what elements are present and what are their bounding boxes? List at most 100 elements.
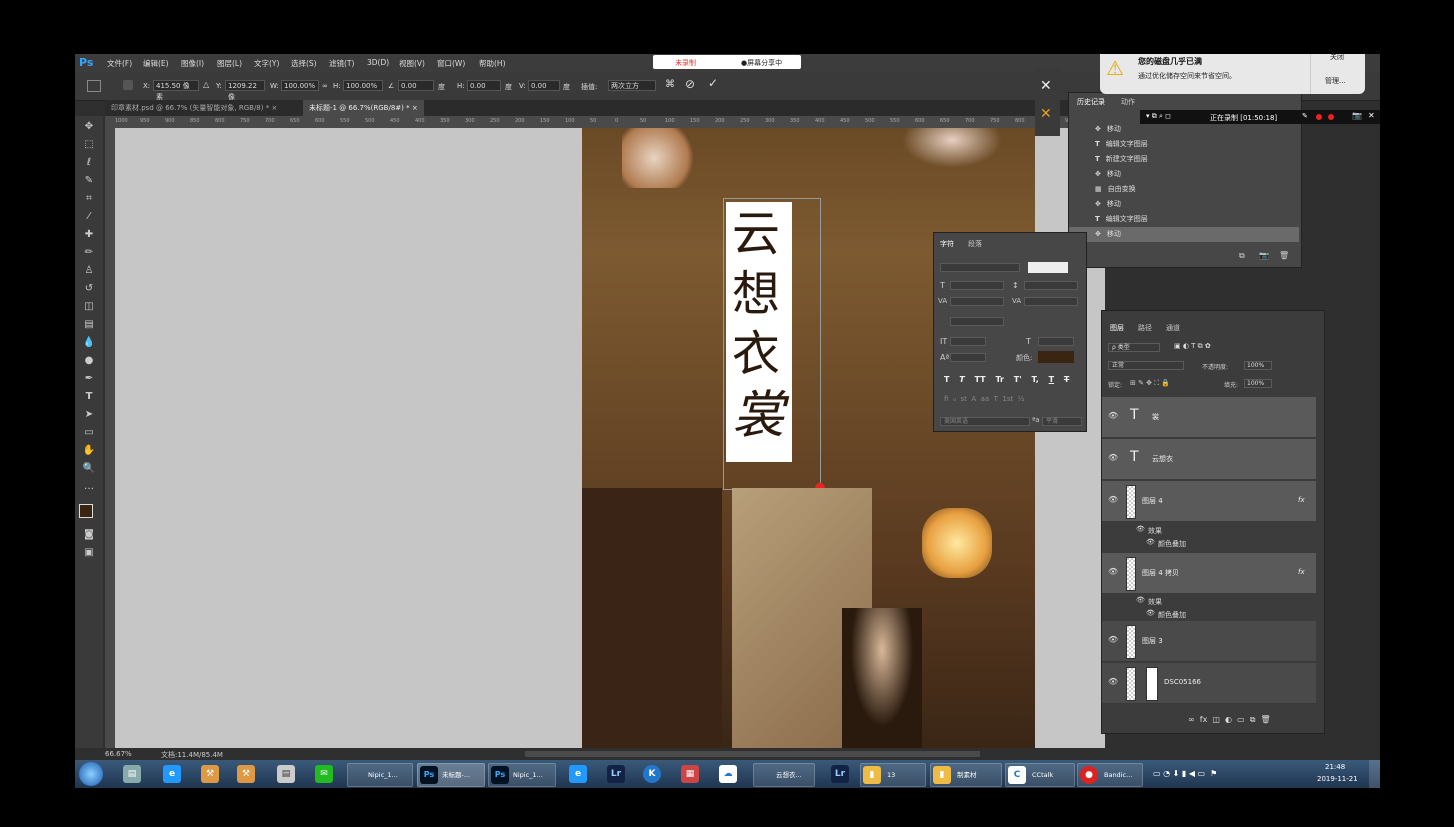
notepad-icon[interactable]: ▤ xyxy=(277,765,295,783)
tab-layers[interactable]: 图层 xyxy=(1110,323,1124,333)
history-row[interactable]: T 编辑文字图层 xyxy=(1069,137,1299,152)
link-icon[interactable]: ∞ xyxy=(322,82,328,90)
lightroom-icon[interactable]: Lr xyxy=(607,765,625,783)
layer-row[interactable]: 👁 DSC05166 xyxy=(1102,663,1316,704)
quick-mask-icon[interactable]: ◙ xyxy=(82,528,96,541)
notification-manage-button[interactable]: 管理... xyxy=(1325,76,1346,86)
eye-icon[interactable]: 👁 xyxy=(1108,495,1118,504)
layer-mask-thumbnail[interactable] xyxy=(1146,667,1158,701)
layer-filter-select[interactable]: ρ 类型 xyxy=(1108,343,1160,352)
history-row[interactable]: T 编辑文字图层 xyxy=(1069,212,1299,227)
tab-untitled-doc[interactable]: 未标题-1 @ 66.7%(RGB/8#) * × xyxy=(303,100,424,116)
effect-eye-icon[interactable]: 👁 xyxy=(1146,538,1155,546)
superscript-button[interactable]: T' xyxy=(1014,375,1022,384)
snapshot-icon[interactable]: 📷 xyxy=(1259,251,1269,260)
taskbar-item[interactable]: 云想衣... xyxy=(753,763,815,787)
tool2-icon[interactable]: ⚒ xyxy=(237,765,255,783)
reference-point-icon[interactable] xyxy=(123,80,133,90)
fx-badge[interactable]: fx xyxy=(1298,496,1305,504)
gradient-tool-icon[interactable]: ▤ xyxy=(82,318,96,331)
taskbar-item[interactable]: Nipic_1... xyxy=(347,763,413,787)
tab-history[interactable]: 历史记录 xyxy=(1077,97,1105,107)
browser-icon[interactable]: e xyxy=(569,765,587,783)
cloud-icon[interactable]: ☁ xyxy=(719,765,737,783)
menu-layer[interactable]: 图层(L) xyxy=(217,58,242,69)
eraser-tool-icon[interactable]: ◫ xyxy=(82,300,96,313)
shape-tool-icon[interactable]: ▭ xyxy=(82,426,96,439)
blur-tool-icon[interactable]: 💧 xyxy=(82,336,96,349)
eye-icon[interactable]: 👁 xyxy=(1108,453,1118,462)
layer-row[interactable]: 👁 T 裳 xyxy=(1102,397,1316,438)
baseline-field[interactable] xyxy=(950,353,986,362)
layer-row[interactable]: 👁 T 云想衣 xyxy=(1102,439,1316,480)
delta-icon[interactable]: △ xyxy=(203,80,209,89)
warp-icon[interactable]: ⌘ xyxy=(665,79,675,90)
eye-icon[interactable]: 👁 xyxy=(1108,677,1118,686)
tracking-field[interactable] xyxy=(1024,297,1078,306)
taskbar-item-active[interactable]: Ps 未标题-... xyxy=(417,763,485,787)
history-row[interactable]: ✥ 移动 xyxy=(1069,122,1299,137)
history-row-active[interactable]: ✥ 移动 xyxy=(1069,227,1299,242)
screen-mode-icon[interactable]: ▣ xyxy=(82,546,96,559)
all-caps-button[interactable]: TT xyxy=(975,375,986,384)
menu-select[interactable]: 选择(S) xyxy=(291,58,317,69)
stamp-tool-icon[interactable]: ♙ xyxy=(82,264,96,277)
hand-tool-icon[interactable]: ✋ xyxy=(82,444,96,457)
interp-select[interactable]: 两次立方 xyxy=(608,80,656,91)
effects-eye-icon[interactable]: 👁 xyxy=(1136,525,1145,533)
tab-character[interactable]: 字符 xyxy=(940,239,954,249)
delete-state-icon[interactable]: 🗑 xyxy=(1279,251,1289,260)
tray-icons[interactable]: ▭ ◔ ⬇ ▮ ◀ ▭ ⚑ xyxy=(1153,769,1217,778)
menu-3d[interactable]: 3D(D) xyxy=(367,58,389,67)
marquee-tool-icon[interactable]: ⬚ xyxy=(82,138,96,151)
hskew-field[interactable]: 0.00 xyxy=(467,80,501,91)
k-icon[interactable]: K xyxy=(643,765,661,783)
menu-edit[interactable]: 编辑(E) xyxy=(143,58,169,69)
lasso-tool-icon[interactable]: ℓ xyxy=(82,156,96,169)
layer-row[interactable]: 👁 图层 4 拷贝 fx xyxy=(1102,553,1316,594)
y-field[interactable]: 1209.22 像 xyxy=(225,80,265,101)
taskbar-item[interactable]: ▮ 13 xyxy=(860,763,926,787)
layers-footer-icons[interactable]: ∞ fx ◫ ◐ ▭ ⧉ 🗑 xyxy=(1188,715,1271,725)
brush-tool-icon[interactable]: ✏ xyxy=(82,246,96,259)
history-brush-icon[interactable]: ↺ xyxy=(82,282,96,295)
text-color-swatch[interactable] xyxy=(1038,351,1074,363)
pen-icon[interactable]: ✎ xyxy=(1302,112,1308,120)
filter-icons[interactable]: ▣ ◐ T ⧉ ✿ xyxy=(1174,342,1211,351)
angle-field[interactable]: 0.00 xyxy=(398,80,434,91)
record-dot-icon[interactable] xyxy=(1316,114,1322,120)
zoom-level[interactable]: 66.67% xyxy=(105,750,132,758)
faux-bold-button[interactable]: T xyxy=(944,375,949,384)
recorder-close-icon[interactable]: ✕ xyxy=(1368,111,1375,120)
faux-italic-button[interactable]: T xyxy=(959,375,964,384)
taskbar-item[interactable]: ● Bandic... xyxy=(1077,763,1143,787)
menu-help[interactable]: 帮助(H) xyxy=(479,58,506,69)
opacity-field[interactable]: 100% xyxy=(1244,361,1272,370)
commit-transform-icon[interactable]: ✓ xyxy=(708,76,718,90)
clock-time[interactable]: 21:48 xyxy=(1325,763,1345,771)
leading-field[interactable] xyxy=(1024,281,1078,290)
h-field[interactable]: 100.00% xyxy=(343,80,383,91)
close-icon[interactable]: ✕ xyxy=(1040,78,1052,94)
kerning-field[interactable] xyxy=(950,297,1004,306)
stop-dot-icon[interactable] xyxy=(1328,114,1334,120)
explorer-icon[interactable]: ▤ xyxy=(123,765,141,783)
cancel-transform-icon[interactable]: ⊘ xyxy=(685,77,695,91)
more-tools-icon[interactable]: … xyxy=(82,480,96,493)
show-desktop-button[interactable] xyxy=(1369,760,1380,788)
horizontal-scale-field[interactable] xyxy=(1038,337,1074,346)
dodge-tool-icon[interactable]: ● xyxy=(82,354,96,367)
strikethrough-button[interactable]: T xyxy=(1064,375,1069,384)
foreground-color-swatch[interactable] xyxy=(79,504,93,518)
path-select-icon[interactable]: ➤ xyxy=(82,408,96,421)
canvas-photo[interactable]: 云 想 衣 裳 xyxy=(582,128,1035,748)
eye-icon[interactable]: 👁 xyxy=(1108,567,1118,576)
healing-tool-icon[interactable]: ✚ xyxy=(82,228,96,241)
lock-icons[interactable]: ⊞ ✎ ✥ ⛶ 🔒 xyxy=(1130,379,1170,388)
type-tool-icon[interactable]: T xyxy=(82,390,96,403)
history-row[interactable]: ✥ 移动 xyxy=(1069,197,1299,212)
effect-eye-icon[interactable]: 👁 xyxy=(1146,609,1155,617)
menu-filter[interactable]: 滤镜(T) xyxy=(329,58,354,69)
small-caps-button[interactable]: Tr xyxy=(995,375,1004,384)
menu-window[interactable]: 窗口(W) xyxy=(437,58,465,69)
